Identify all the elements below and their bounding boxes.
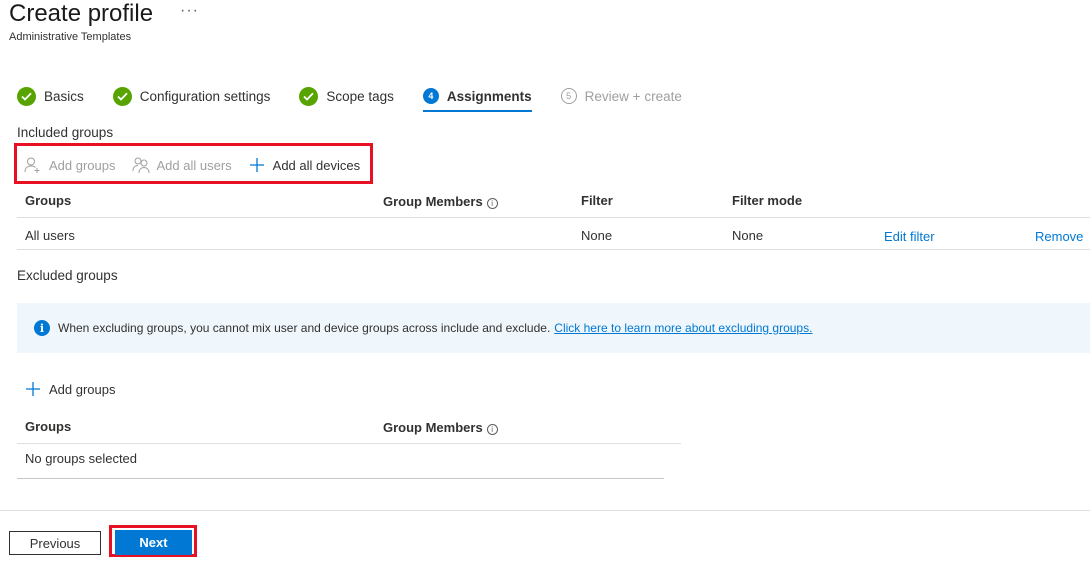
step-number-badge: 5 (560, 88, 577, 104)
step-configuration-settings[interactable]: Configuration settings (112, 82, 271, 110)
step-label: Basics (44, 88, 84, 104)
step-label: Scope tags (326, 88, 394, 104)
step-label: Configuration settings (139, 88, 271, 104)
info-text: When excluding groups, you cannot mix us… (58, 321, 551, 335)
included-toolbar: Add groups Add all users Add all devices (24, 154, 376, 176)
plus-icon (24, 380, 42, 398)
column-header-group-members[interactable]: Group Members i (383, 194, 498, 209)
column-header-filter-mode[interactable]: Filter mode (732, 193, 802, 208)
cell-filter-mode: None (732, 228, 764, 243)
divider (17, 443, 681, 444)
step-review-create[interactable]: 5 Review + create (560, 82, 682, 110)
step-scope-tags[interactable]: Scope tags (299, 82, 394, 110)
previous-button[interactable]: Previous (9, 531, 101, 555)
column-header-label: Group Members (383, 420, 483, 435)
users-icon (132, 156, 150, 174)
checkmark-icon (17, 86, 36, 106)
add-all-devices-button[interactable]: Add all devices (248, 156, 360, 174)
cell-group: All users (25, 228, 75, 243)
divider (17, 478, 664, 479)
empty-state-text: No groups selected (25, 451, 138, 466)
add-groups-button[interactable]: Add groups (24, 156, 116, 174)
plus-icon (248, 156, 266, 174)
column-header-group-members[interactable]: Group Members i (383, 420, 498, 435)
more-options-icon[interactable]: ··· (180, 2, 199, 20)
next-button[interactable]: Next (115, 530, 192, 555)
step-assignments[interactable]: 4 Assignments (422, 82, 532, 112)
remove-link[interactable]: Remove (1035, 229, 1083, 244)
checkmark-icon (299, 86, 319, 106)
divider (17, 217, 1090, 218)
excluded-groups-label: Excluded groups (17, 268, 118, 283)
add-all-devices-label: Add all devices (272, 157, 361, 173)
add-user-icon (24, 156, 42, 174)
add-excluded-groups-button[interactable]: Add groups (24, 380, 116, 398)
step-number-badge: 4 (422, 88, 439, 104)
step-label: Assignments (446, 88, 532, 104)
info-icon[interactable]: i (486, 424, 498, 435)
add-all-users-button[interactable]: Add all users (132, 156, 232, 174)
add-all-users-label: Add all users (156, 157, 232, 173)
included-groups-label: Included groups (17, 125, 114, 140)
checkmark-icon (112, 86, 132, 106)
add-groups-label: Add groups (49, 381, 116, 397)
column-header-filter[interactable]: Filter (581, 193, 613, 208)
step-label: Review + create (584, 88, 682, 104)
cell-filter: None (581, 228, 613, 243)
page-subtitle: Administrative Templates (9, 31, 132, 43)
info-icon[interactable]: i (486, 198, 498, 209)
add-groups-label: Add groups (49, 157, 116, 173)
page-title: Create profile (9, 0, 154, 27)
column-header-groups[interactable]: Groups (25, 193, 71, 208)
info-bar: i When excluding groups, you cannot mix … (17, 303, 1090, 353)
column-header-label: Group Members (383, 194, 483, 209)
step-basics[interactable]: Basics (17, 82, 84, 110)
footer-divider (0, 510, 1090, 511)
divider (17, 249, 1090, 250)
wizard-steps: Basics Configuration settings Scope tags… (17, 82, 711, 112)
learn-more-link[interactable]: Click here to learn more about excluding… (554, 321, 812, 335)
info-icon: i (34, 320, 50, 336)
edit-filter-link[interactable]: Edit filter (884, 229, 935, 244)
column-header-groups[interactable]: Groups (25, 419, 71, 434)
